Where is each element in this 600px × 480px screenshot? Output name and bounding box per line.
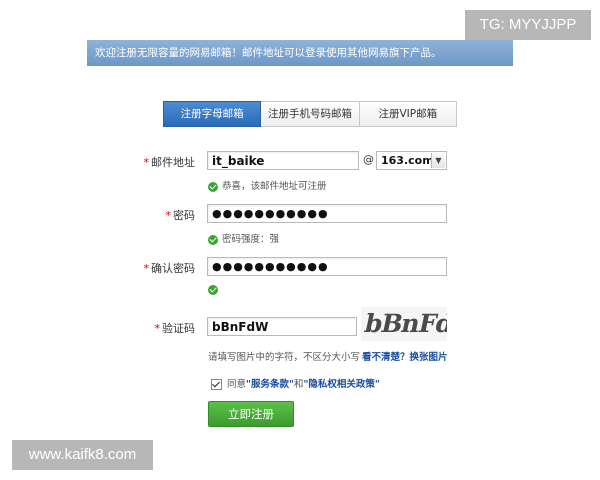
at-sign: @ [363,153,374,166]
captcha-hint: 请填写图片中的字符，不区分大小写 [208,352,361,363]
agreement-row: 同意"服务条款"和"隐私权相关政策" [211,376,380,390]
domain-select[interactable]: 163.com ▼ [376,151,447,170]
captcha-label: * 验证码 [115,320,196,336]
captcha-field[interactable] [207,317,357,336]
password-hint: 密码强度：强 [208,231,279,245]
email-hint: 恭喜，该邮件地址可注册 [208,178,327,192]
agree-prefix: 同意 [227,379,247,390]
watermark-tg: TG: MYYJJPP [465,10,591,40]
agree-checkbox[interactable] [211,379,222,390]
welcome-banner: 欢迎注册无限容量的网易邮箱！邮件地址可以登录使用其他网易旗下产品。 [87,40,513,66]
confirm-password-label: * 确认密码 [115,260,196,276]
required-mark: * [154,322,161,335]
password-label: * 密码 [115,207,196,223]
captcha-label-text: 验证码 [162,322,195,335]
required-mark: * [143,156,150,169]
watermark-site: www.kaifk8.com [12,440,153,470]
required-mark: * [165,209,172,222]
agree-and: 和 [293,379,304,390]
domain-value: 163.com [381,154,434,167]
email-label: * 邮件地址 [115,154,196,170]
privacy-link[interactable]: "隐私权相关政策" [303,379,379,390]
check-icon [208,284,218,295]
chevron-down-icon[interactable]: ▼ [431,153,445,168]
check-icon [208,181,218,192]
tab-mobile-email[interactable]: 注册手机号码邮箱 [261,101,360,127]
required-mark: * [143,262,150,275]
tab-vip-email[interactable]: 注册VIP邮箱 [359,101,457,127]
captcha-image-text: bBnFdW [362,309,447,338]
captcha-image[interactable]: bBnFdW [361,307,447,341]
password-field[interactable] [207,204,447,223]
check-icon [208,234,218,245]
register-button[interactable]: 立即注册 [208,401,294,427]
refresh-captcha-link[interactable]: 看不清楚？换张图片 [362,349,448,363]
password-label-text: 密码 [173,209,195,222]
email-label-text: 邮件地址 [151,156,195,169]
confirm-password-field[interactable] [207,257,447,276]
confirm-password-label-text: 确认密码 [151,262,195,275]
terms-link[interactable]: "服务条款" [246,379,294,390]
password-strength-text: 密码强度：强 [222,234,280,245]
confirm-hint [208,284,222,295]
email-hint-text: 恭喜，该邮件地址可注册 [222,181,327,192]
email-field[interactable] [207,151,359,170]
tab-letter-email[interactable]: 注册字母邮箱 [163,101,262,127]
register-tabs: 注册字母邮箱 注册手机号码邮箱 注册VIP邮箱 [163,101,457,127]
